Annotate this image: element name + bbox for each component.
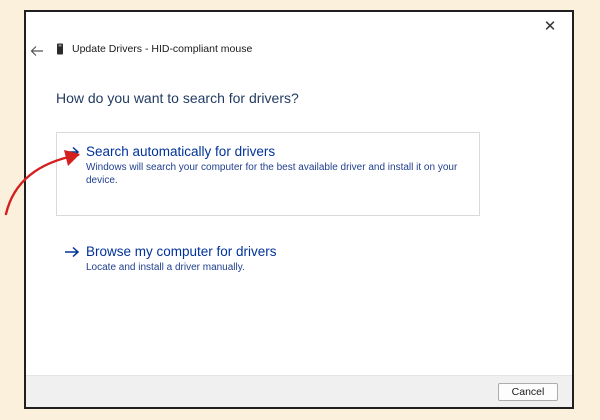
dialog-title: Update Drivers - HID-compliant mouse xyxy=(72,43,253,55)
back-arrow-icon xyxy=(30,46,43,56)
dialog-title-bar: Update Drivers - HID-compliant mouse xyxy=(56,43,252,55)
option-title: Search automatically for drivers xyxy=(86,144,276,159)
option-description: Windows will search your computer for th… xyxy=(86,162,458,186)
page-heading: How do you want to search for drivers? xyxy=(56,90,299,106)
cancel-button[interactable]: Cancel xyxy=(498,383,558,401)
close-icon: ✕ xyxy=(543,18,557,35)
back-button[interactable] xyxy=(28,42,46,60)
update-drivers-dialog: ✕ Update Drivers - HID-compliant mouse H… xyxy=(24,10,574,409)
arrow-right-icon xyxy=(64,143,86,215)
arrow-right-icon xyxy=(64,243,86,281)
dialog-footer: Cancel xyxy=(26,375,572,407)
search-automatically-option[interactable]: Search automatically for drivers Windows… xyxy=(56,132,480,216)
close-button[interactable]: ✕ xyxy=(538,15,562,37)
option-title: Browse my computer for drivers xyxy=(86,244,277,259)
option-description: Locate and install a driver manually. xyxy=(86,262,245,273)
device-icon xyxy=(56,43,64,55)
browse-computer-option[interactable]: Browse my computer for drivers Locate an… xyxy=(56,232,480,282)
